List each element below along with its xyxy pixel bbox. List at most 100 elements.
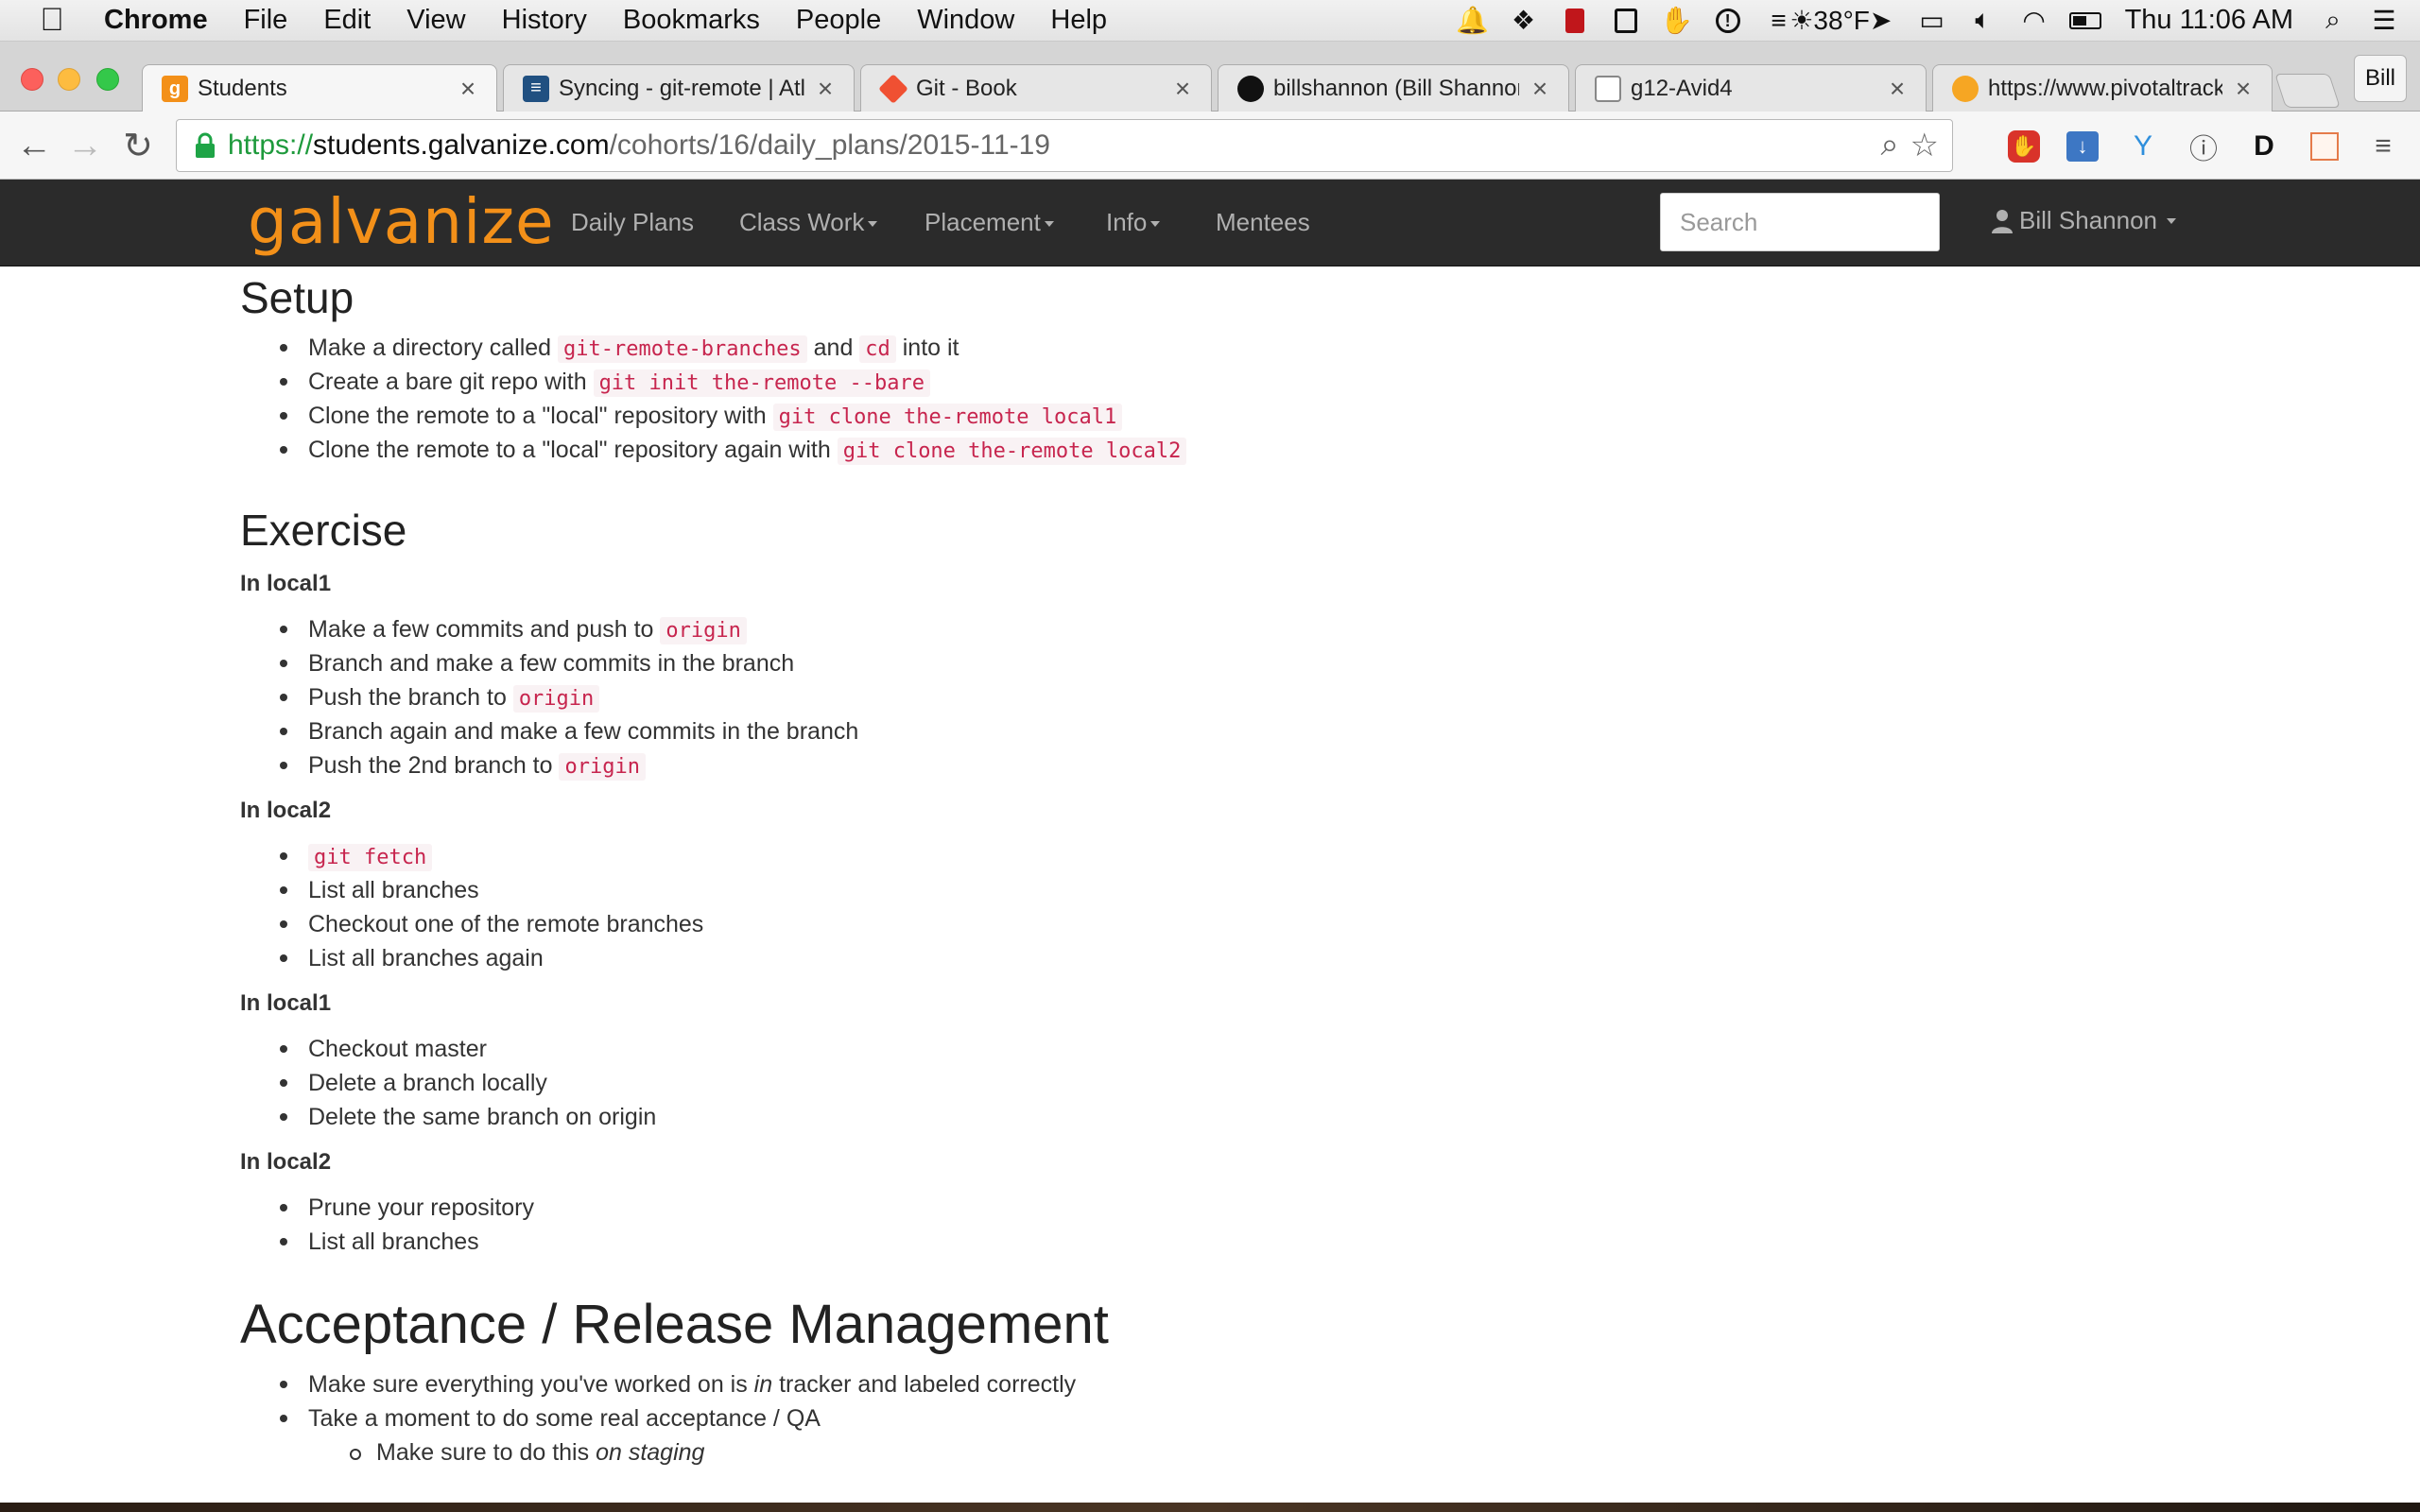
pivotal-favicon-icon xyxy=(1952,75,1979,102)
list-item: Branch and make a few commits in the bra… xyxy=(240,646,2178,680)
profile-button[interactable]: Bill xyxy=(2354,55,2407,102)
desktop-background xyxy=(0,1503,2420,1512)
fast-forward-icon[interactable]: ➤ xyxy=(1864,5,1898,37)
url-path: /cohorts/16/daily_plans/2015-11-19 xyxy=(609,129,1050,161)
exercise-list-local2: git fetch List all branches Checkout one… xyxy=(240,839,2178,975)
tab-pivotal[interactable]: https://www.pivotaltracker × xyxy=(1932,64,2273,112)
tab-syncing[interactable]: ≡ Syncing - git-remote | Atla × xyxy=(503,64,855,112)
menubar-clock[interactable]: Thu 11:06 AM xyxy=(2125,5,2293,36)
close-tab-icon[interactable]: × xyxy=(455,74,481,104)
exercise-heading: Exercise xyxy=(240,506,407,555)
emphasis: on staging xyxy=(596,1439,705,1466)
list-item: Create a bare git repo with git init the… xyxy=(240,365,2178,399)
menu-window[interactable]: Window xyxy=(899,5,1032,36)
dropbox-icon[interactable]: ❖ xyxy=(1507,5,1541,37)
list-item: Push the branch to origin xyxy=(240,680,2178,714)
forward-arrow-icon[interactable]: → xyxy=(62,123,108,168)
item-text: and xyxy=(806,335,860,361)
subheading: In local1 xyxy=(240,571,332,596)
d-extension-icon[interactable]: D xyxy=(2244,127,2284,166)
menu-app-name[interactable]: Chrome xyxy=(104,5,226,36)
nav-daily-plans[interactable]: Daily Plans xyxy=(571,208,694,237)
tab-title: Students xyxy=(198,76,287,101)
wifi-icon[interactable]: ◠ xyxy=(2017,5,2051,37)
bookmark-app-icon[interactable] xyxy=(1609,5,1643,37)
tab-git-book[interactable]: Git - Book × xyxy=(860,64,1212,112)
onepassword-extension-icon[interactable]: ⓘ xyxy=(2184,127,2223,166)
tab-title: https://www.pivotaltracker xyxy=(1988,75,2222,101)
galvanize-logo[interactable]: galvanize xyxy=(248,185,555,258)
apple-menu-icon[interactable]:  xyxy=(0,2,104,39)
nav-label: Placement xyxy=(925,208,1041,236)
list-item: Make a directory called git-remote-branc… xyxy=(240,331,2178,365)
url-scheme: https:// xyxy=(228,129,314,161)
zoom-window-button[interactable] xyxy=(96,68,119,91)
weather-temp: 38°F xyxy=(1813,5,1870,35)
nav-placement[interactable]: Placement xyxy=(925,208,1054,237)
nav-class-work[interactable]: Class Work xyxy=(739,208,878,237)
item-text: Make a few commits and push to xyxy=(308,616,661,643)
tab-github[interactable]: billshannon (Bill Shannon) × xyxy=(1218,64,1569,112)
code-snippet: git fetch xyxy=(308,844,433,871)
new-tab-button[interactable] xyxy=(2274,74,2341,108)
code-snippet: cd xyxy=(859,335,896,363)
code-snippet: origin xyxy=(512,685,600,713)
close-tab-icon[interactable]: × xyxy=(1169,74,1196,104)
code-snippet: origin xyxy=(660,617,747,644)
atlassian-favicon-icon: ≡ xyxy=(523,75,549,102)
close-window-button[interactable] xyxy=(21,68,43,91)
volume-icon[interactable]: 🔈︎ xyxy=(1966,5,2000,37)
notification-center-icon[interactable]: ☰ xyxy=(2367,5,2401,37)
adblock-extension-icon[interactable]: ✋ xyxy=(2004,127,2044,166)
menu-bookmarks[interactable]: Bookmarks xyxy=(605,5,778,36)
download-extension-icon[interactable]: ↓ xyxy=(2063,127,2102,166)
close-tab-icon[interactable]: × xyxy=(1527,74,1553,104)
menu-file[interactable]: File xyxy=(226,5,306,36)
nav-mentees[interactable]: Mentees xyxy=(1216,208,1310,237)
airplay-icon[interactable]: ▭ xyxy=(1915,5,1949,37)
notification-bell-icon[interactable]: 🔔 xyxy=(1456,5,1490,37)
list-item: Branch again and make a few commits in t… xyxy=(240,714,2178,748)
back-arrow-icon[interactable]: ← xyxy=(11,123,57,168)
browser-toolbar: ← → ↻ https://students.galvanize.com/coh… xyxy=(0,112,2420,180)
reload-icon[interactable]: ↻ xyxy=(115,123,161,168)
code-snippet: git init the-remote --bare xyxy=(593,369,930,397)
menu-history[interactable]: History xyxy=(484,5,605,36)
menu-edit[interactable]: Edit xyxy=(305,5,389,36)
list-item: Checkout one of the remote branches xyxy=(240,907,2178,941)
caret-down-icon xyxy=(1044,221,1054,228)
user-menu[interactable]: Bill Shannon xyxy=(1991,206,2176,235)
item-text: Checkout one of the remote branches xyxy=(308,911,704,937)
password-manager-icon[interactable]: ! xyxy=(1711,5,1745,37)
battery-icon[interactable] xyxy=(2068,5,2102,37)
chrome-menu-icon[interactable]: ≡ xyxy=(2363,127,2403,166)
red-app-icon[interactable] xyxy=(1558,5,1592,37)
tab-g12[interactable]: g12-Avid4 × xyxy=(1575,64,1927,112)
tab-students[interactable]: g Students × xyxy=(142,64,497,112)
spotlight-search-icon[interactable]: ⌕ xyxy=(2316,5,2350,37)
exercise-list-local1: Make a few commits and push to origin Br… xyxy=(240,612,2178,782)
hand-icon[interactable]: ✋ xyxy=(1660,5,1694,37)
menu-help[interactable]: Help xyxy=(1032,5,1125,36)
menu-view[interactable]: View xyxy=(389,5,483,36)
list-item: Delete a branch locally xyxy=(240,1066,2178,1100)
close-tab-icon[interactable]: × xyxy=(2230,74,2256,104)
notes-extension-icon[interactable] xyxy=(2305,127,2344,166)
caret-down-icon xyxy=(2167,217,2176,224)
close-tab-icon[interactable]: × xyxy=(812,74,838,104)
site-search-input[interactable] xyxy=(1660,193,1940,251)
item-text: Clone the remote to a "local" repository… xyxy=(308,403,773,429)
close-tab-icon[interactable]: × xyxy=(1884,74,1910,104)
vimium-extension-icon[interactable]: Y xyxy=(2123,127,2163,166)
item-text: tracker and labeled correctly xyxy=(772,1371,1077,1398)
zoom-icon[interactable]: ⌕ xyxy=(1880,127,1898,164)
menu-people[interactable]: People xyxy=(778,5,899,36)
nav-info[interactable]: Info xyxy=(1106,208,1161,237)
address-bar[interactable]: https://students.galvanize.com/cohorts/1… xyxy=(176,119,1953,172)
minimize-window-button[interactable] xyxy=(58,68,80,91)
tab-title: Syncing - git-remote | Atla xyxy=(559,75,804,101)
bookmark-star-icon[interactable]: ☆ xyxy=(1910,127,1939,164)
setup-heading: Setup xyxy=(240,273,354,322)
tab-title: billshannon (Bill Shannon) xyxy=(1273,75,1519,101)
weather-widget[interactable]: ☀︎ 38°F xyxy=(1789,5,1870,37)
